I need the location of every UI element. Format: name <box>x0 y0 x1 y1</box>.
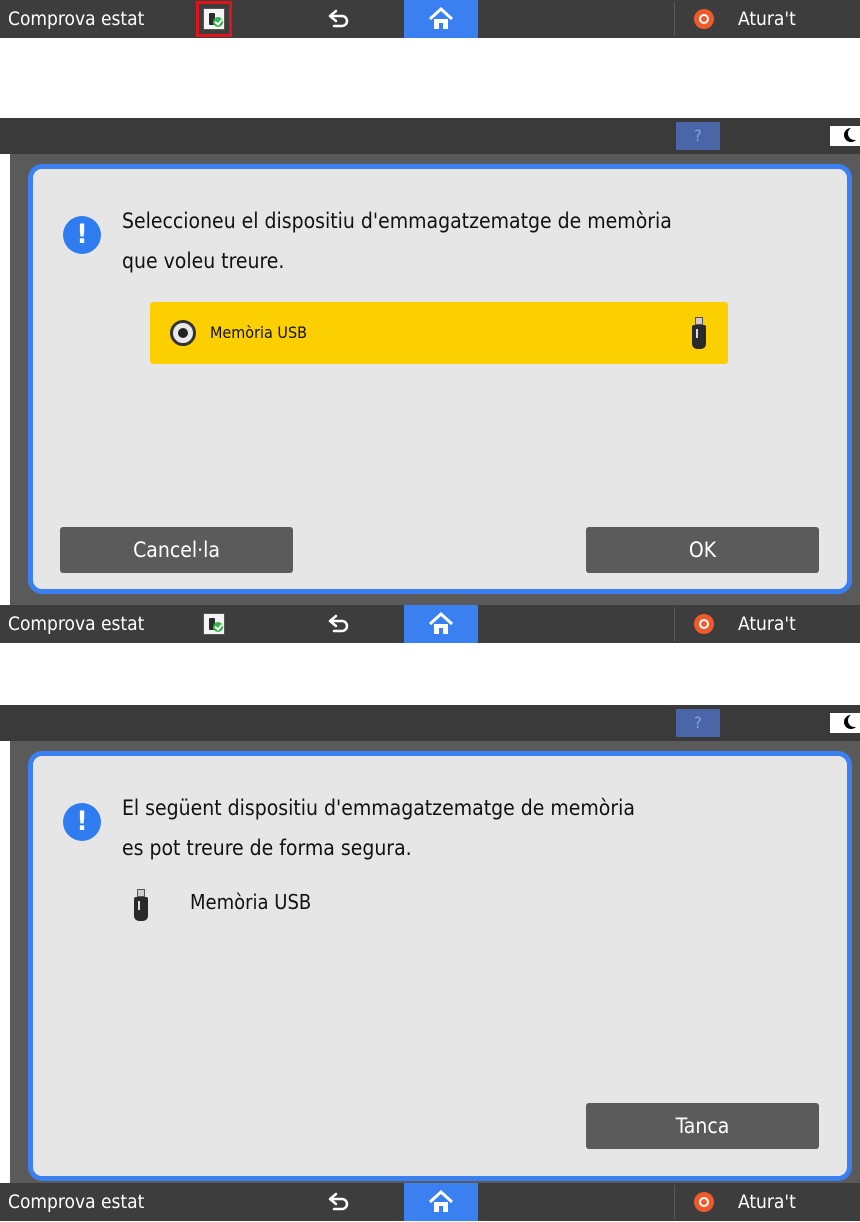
back-arrow-icon <box>328 9 349 28</box>
device-option-usb[interactable]: Memòria USB <box>150 302 728 364</box>
back-arrow-icon <box>328 1192 349 1211</box>
home-button[interactable] <box>404 1183 478 1221</box>
close-button[interactable]: Tanca <box>586 1103 819 1149</box>
help-button[interactable]: ? <box>676 122 720 150</box>
check-status-button[interactable]: Comprova estat <box>8 1183 144 1221</box>
home-icon <box>428 1189 454 1212</box>
stop-button[interactable]: Atura't <box>738 1183 796 1221</box>
top-strip: ? <box>0 705 860 741</box>
device-label: Memòria USB <box>190 890 312 914</box>
select-device-dialog: ! Seleccioneu el dispositiu d'emmagatzem… <box>28 164 852 594</box>
stop-icon[interactable] <box>694 614 714 634</box>
usb-stick-icon <box>134 889 148 921</box>
moon-icon[interactable] <box>830 713 860 733</box>
check-status-button[interactable]: Comprova estat <box>8 605 144 643</box>
usb-stick-icon <box>692 317 706 349</box>
usb-status-icon[interactable] <box>203 613 225 635</box>
dialog-message: El següent dispositiu d'emmagatzematge d… <box>122 796 635 860</box>
stop-icon[interactable] <box>694 9 714 29</box>
back-button[interactable] <box>322 3 354 35</box>
ok-button[interactable]: OK <box>586 527 819 573</box>
back-arrow-icon <box>328 614 349 633</box>
status-bar-top: Comprova estat Atura't <box>0 0 860 38</box>
status-bar-middle: Comprova estat Atura't <box>0 605 860 643</box>
back-button[interactable] <box>322 608 354 640</box>
dialog-message: Seleccioneu el dispositiu d'emmagatzemat… <box>122 209 672 273</box>
exclamation-icon: ! <box>63 216 101 254</box>
cancel-button[interactable]: Cancel·la <box>60 527 293 573</box>
home-button[interactable] <box>404 0 478 38</box>
screen-select-device: ? ! Seleccioneu el dispositiu d'emmagatz… <box>0 118 860 644</box>
screen-safe-removal: ? ! El següent dispositiu d'emmagatzemat… <box>0 705 860 1221</box>
home-button[interactable] <box>404 605 478 643</box>
status-bar-bottom: Comprova estat Atura't <box>0 1183 860 1221</box>
top-strip: ? <box>0 118 860 154</box>
home-icon <box>428 6 454 29</box>
stop-icon[interactable] <box>694 1192 714 1212</box>
exclamation-icon: ! <box>63 803 101 841</box>
usb-status-icon[interactable] <box>196 1 232 37</box>
back-button[interactable] <box>322 1186 354 1218</box>
device-label: Memòria USB <box>210 323 307 342</box>
stop-button[interactable]: Atura't <box>738 0 796 38</box>
safe-removal-dialog: ! El següent dispositiu d'emmagatzematge… <box>28 751 852 1181</box>
help-button[interactable]: ? <box>676 709 720 737</box>
moon-icon[interactable] <box>830 126 860 146</box>
stop-button[interactable]: Atura't <box>738 605 796 643</box>
check-status-button[interactable]: Comprova estat <box>8 0 144 38</box>
home-icon <box>428 611 454 634</box>
radio-selected-icon[interactable] <box>170 320 196 346</box>
